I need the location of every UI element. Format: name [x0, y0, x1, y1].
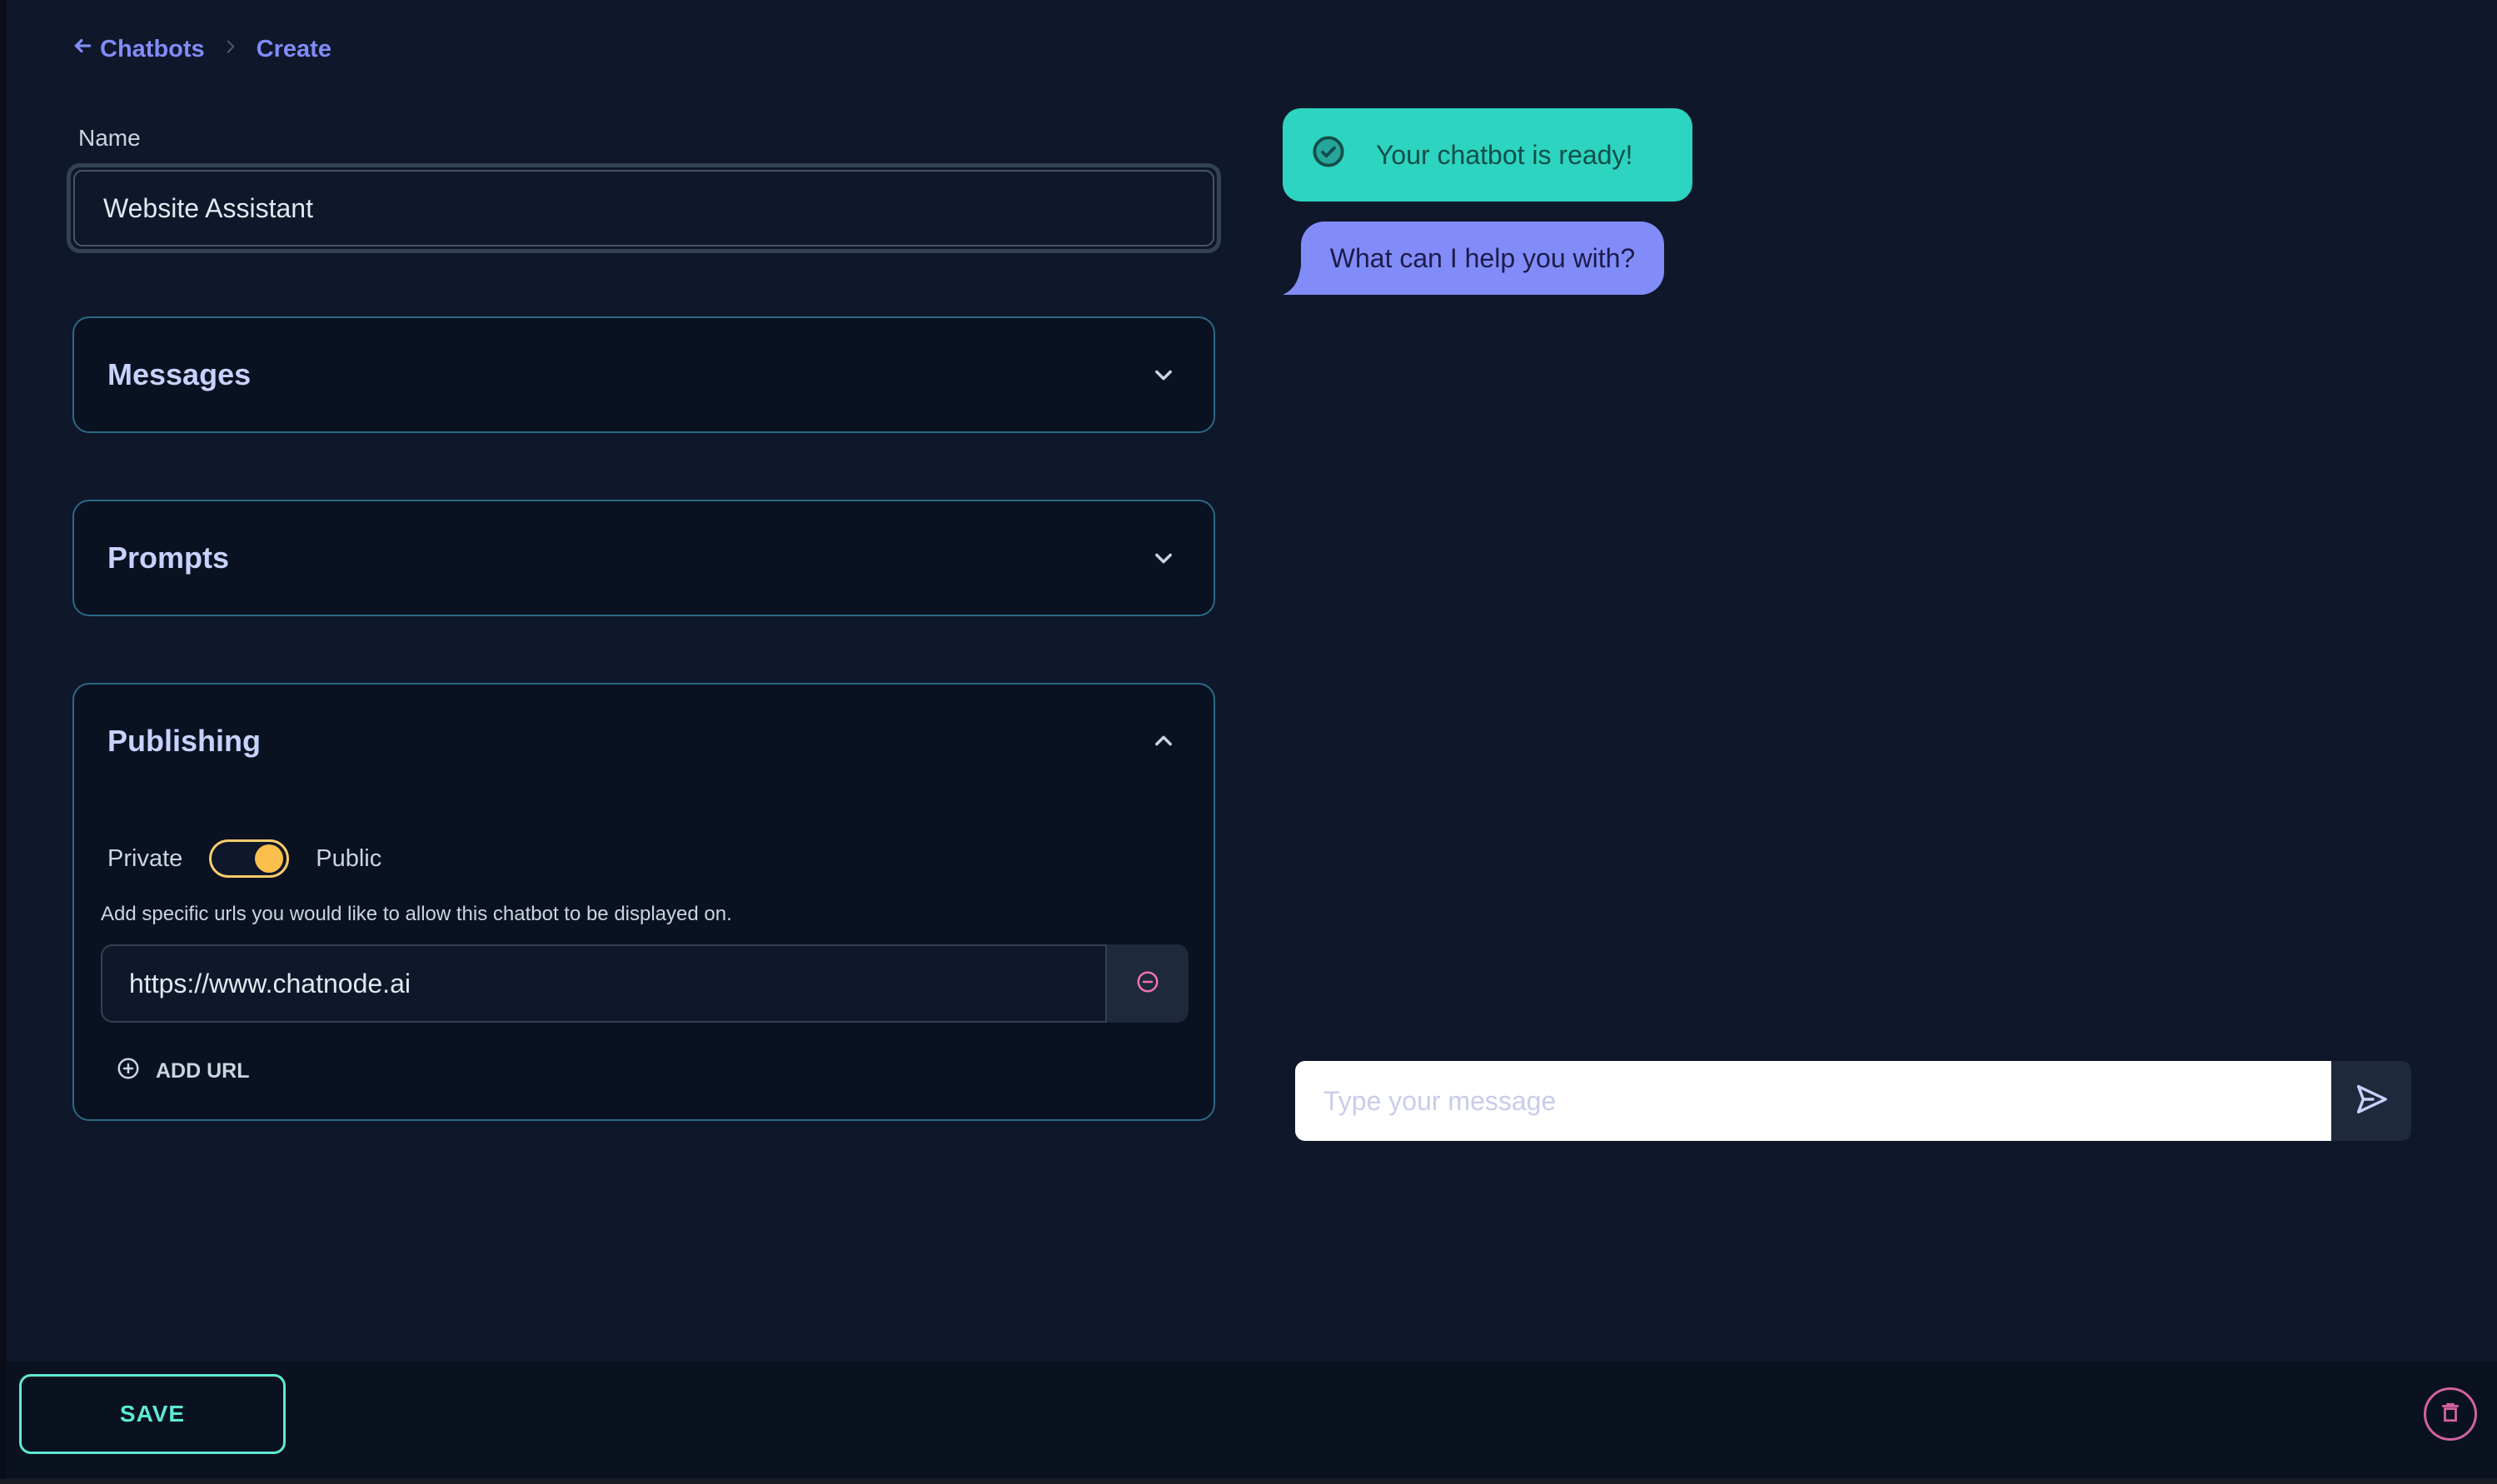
chatbot-ready-banner: Your chatbot is ready!: [1283, 108, 1692, 202]
bot-message-bubble: What can I help you with?: [1301, 222, 1664, 295]
url-row: [101, 944, 1189, 1023]
minus-circle-icon: [1135, 969, 1160, 998]
add-url-button[interactable]: ADD URL: [116, 1056, 250, 1087]
publishing-panel: Publishing Private Public Add specific u…: [72, 683, 1215, 1121]
delete-button[interactable]: [2424, 1387, 2477, 1441]
check-circle-icon: [1311, 134, 1346, 176]
plus-circle-icon: [116, 1056, 141, 1087]
window-edge: [0, 0, 7, 1484]
footer-bar: [7, 1362, 2497, 1478]
send-icon: [2352, 1080, 2390, 1123]
send-button[interactable]: [2331, 1061, 2411, 1141]
messages-panel-title: Messages: [107, 357, 252, 391]
breadcrumb-parent: Chatbots: [100, 35, 205, 62]
name-input[interactable]: [73, 170, 1214, 247]
visibility-toggle-row: Private Public: [107, 839, 381, 878]
publishing-panel-header[interactable]: Publishing: [74, 685, 1214, 798]
name-input-focus-ring: [67, 163, 1221, 253]
chevron-up-icon[interactable]: [1147, 725, 1180, 758]
remove-url-button[interactable]: [1105, 944, 1189, 1023]
visibility-toggle[interactable]: [209, 839, 290, 878]
add-url-label: ADD URL: [156, 1059, 250, 1083]
prompts-panel-title: Prompts: [107, 540, 230, 575]
chevron-right-icon: [220, 36, 242, 63]
save-button[interactable]: SAVE: [19, 1374, 286, 1454]
trash-icon: [2440, 1402, 2461, 1427]
publishing-panel-body: Private Public Add specific urls you wou…: [74, 798, 1214, 1119]
messages-panel-header[interactable]: Messages: [74, 318, 1214, 431]
bot-message-text: What can I help you with?: [1329, 242, 1636, 273]
prompts-panel: Prompts: [72, 500, 1215, 616]
name-label: Name: [78, 125, 141, 151]
publishing-panel-title: Publishing: [107, 724, 261, 758]
chevron-down-icon[interactable]: [1147, 541, 1180, 575]
chatbot-ready-text: Your chatbot is ready!: [1376, 139, 1633, 170]
prompts-panel-header[interactable]: Prompts: [74, 501, 1214, 615]
window-bottom-edge: [0, 1479, 2497, 1484]
toggle-knob: [255, 844, 284, 873]
chat-composer: [1295, 1061, 2411, 1141]
chevron-down-icon[interactable]: [1147, 358, 1180, 391]
url-input[interactable]: [101, 944, 1105, 1023]
breadcrumb-current[interactable]: Create: [257, 36, 331, 63]
arrow-left-icon: [72, 35, 93, 63]
allowed-urls-help-text: Add specific urls you would like to allo…: [101, 903, 732, 925]
messages-panel: Messages: [72, 316, 1215, 433]
breadcrumb-back-link[interactable]: Chatbots: [72, 35, 205, 63]
toggle-label-private: Private: [107, 844, 183, 872]
toggle-label-public: Public: [316, 844, 382, 872]
breadcrumb: Chatbots Create: [72, 35, 331, 63]
chat-message-input[interactable]: [1295, 1061, 2331, 1141]
